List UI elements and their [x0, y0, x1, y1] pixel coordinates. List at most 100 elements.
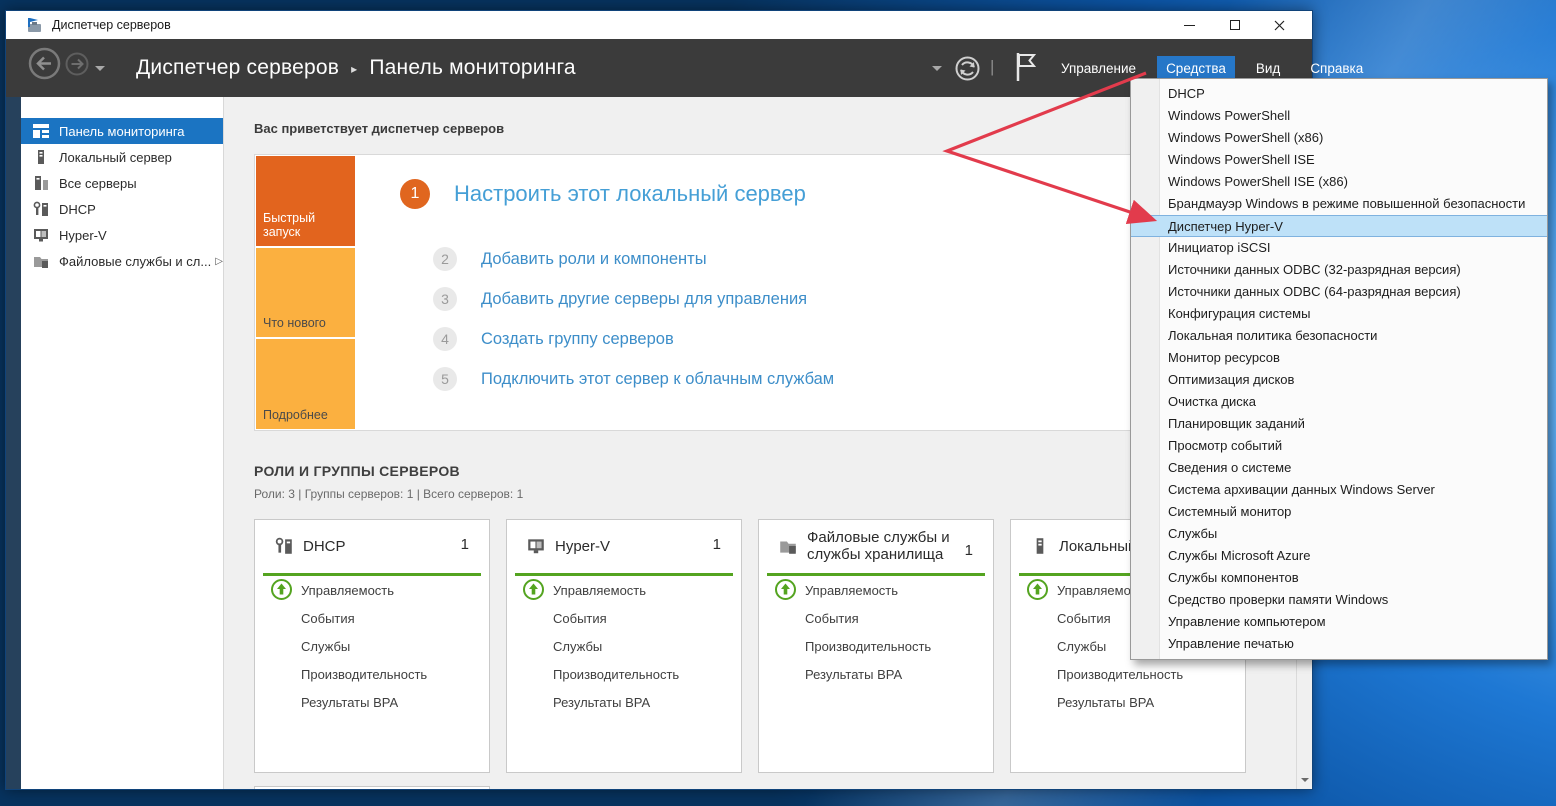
card-header[interactable]: Hyper-V 1 [507, 520, 741, 572]
card-title: Локальный [1059, 538, 1136, 555]
close-icon [1274, 20, 1285, 31]
all-servers-icon [31, 174, 51, 192]
sidebar-item-local-server[interactable]: Локальный сервер [21, 144, 223, 170]
manageability-up-icon[interactable] [1026, 578, 1049, 601]
step-create-group[interactable]: 4 Создать группу серверов [433, 327, 674, 351]
tools-item-powershell-x86[interactable]: Windows PowerShell (x86) [1131, 127, 1547, 149]
card-row-events[interactable]: События [301, 608, 355, 628]
tools-item-event-viewer[interactable]: Просмотр событий [1131, 435, 1547, 457]
step-connect-cloud[interactable]: 5 Подключить этот сервер к облачным служ… [433, 367, 834, 391]
role-card-hyperv: Hyper-V 1 Управляемость События Службы П… [506, 519, 742, 773]
card-row-performance[interactable]: Производительность [553, 664, 679, 684]
titlebar: Диспетчер серверов [6, 11, 1312, 39]
step-configure-local-server[interactable]: 1 Настроить этот локальный сервер [400, 179, 806, 209]
tools-item-services[interactable]: Службы [1131, 523, 1547, 545]
card-header[interactable]: Файловые службы и службы хранилища 1 [759, 520, 993, 572]
breadcrumb-current: Панель мониторинга [369, 56, 575, 80]
expander-icon[interactable]: ▷ [215, 256, 223, 267]
tools-item-powershell-ise-x86[interactable]: Windows PowerShell ISE (x86) [1131, 171, 1547, 193]
sidebar-item-label: DHCP [59, 202, 96, 217]
tools-item-backup[interactable]: Система архивации данных Windows Server [1131, 479, 1547, 501]
sidebar-item-dhcp[interactable]: DHCP [21, 196, 223, 222]
menu-tools[interactable]: Средства [1157, 56, 1235, 81]
tab-label: Быстрый запуск [263, 211, 355, 239]
tools-item-odbc32[interactable]: Источники данных ODBC (32-разрядная верс… [1131, 259, 1547, 281]
card-header[interactable]: DHCP 1 [255, 520, 489, 572]
tools-item-firewall[interactable]: Брандмауэр Windows в режиме повышенной б… [1131, 193, 1547, 215]
tab-quick-start[interactable]: Быстрый запуск [256, 156, 355, 246]
card-row-performance[interactable]: Производительность [1057, 664, 1183, 684]
tools-item-dhcp[interactable]: DHCP [1131, 83, 1547, 105]
tools-item-local-security-policy[interactable]: Локальная политика безопасности [1131, 325, 1547, 347]
card-row-manageability[interactable]: Управляемость [553, 580, 646, 600]
minimize-button[interactable] [1167, 11, 1212, 39]
card-row-services[interactable]: Службы [301, 636, 350, 656]
menu-manage[interactable]: Управление [1052, 56, 1145, 81]
close-button[interactable] [1257, 11, 1302, 39]
maximize-icon [1230, 20, 1240, 30]
back-button[interactable] [28, 47, 61, 80]
tab-whats-new[interactable]: Что нового [256, 248, 355, 338]
sidebar-item-dashboard[interactable]: Панель мониторинга [21, 118, 223, 144]
tools-item-component-services[interactable]: Службы компонентов [1131, 567, 1547, 589]
card-row-events[interactable]: События [805, 608, 859, 628]
tools-item-iscsi[interactable]: Инициатор iSCSI [1131, 237, 1547, 259]
role-card-partial[interactable] [254, 786, 490, 789]
tools-item-resource-monitor[interactable]: Монитор ресурсов [1131, 347, 1547, 369]
tools-item-defrag[interactable]: Оптимизация дисков [1131, 369, 1547, 391]
step-add-roles[interactable]: 2 Добавить роли и компоненты [433, 247, 707, 271]
card-row-bpa[interactable]: Результаты BPA [301, 692, 398, 712]
manageability-up-icon[interactable] [522, 578, 545, 601]
tools-item-azure-services[interactable]: Службы Microsoft Azure [1131, 545, 1547, 567]
chevron-down-icon [1301, 778, 1309, 782]
step-add-servers[interactable]: 3 Добавить другие серверы для управления [433, 287, 807, 311]
history-dropdown-icon[interactable] [95, 66, 105, 71]
tab-learn-more[interactable]: Подробнее [256, 339, 355, 429]
card-row-bpa[interactable]: Результаты BPA [1057, 692, 1154, 712]
tools-item-powershell-ise[interactable]: Windows PowerShell ISE [1131, 149, 1547, 171]
card-row-bpa[interactable]: Результаты BPA [553, 692, 650, 712]
card-row-performance[interactable]: Производительность [301, 664, 427, 684]
maximize-button[interactable] [1212, 11, 1257, 39]
tools-item-odbc64[interactable]: Источники данных ODBC (64-разрядная верс… [1131, 281, 1547, 303]
hyperv-icon [31, 226, 51, 244]
menu-help[interactable]: Справка [1301, 56, 1372, 81]
step-number: 1 [400, 179, 430, 209]
card-row-services[interactable]: Службы [553, 636, 602, 656]
menu-view[interactable]: Вид [1247, 56, 1289, 81]
tools-item-computer-management[interactable]: Управление компьютером [1131, 611, 1547, 633]
tools-item-task-scheduler[interactable]: Планировщик заданий [1131, 413, 1547, 435]
tools-item-powershell[interactable]: Windows PowerShell [1131, 105, 1547, 127]
breadcrumb-root[interactable]: Диспетчер серверов [136, 56, 339, 80]
breadcrumb: Диспетчер серверов ▸ Панель мониторинга [136, 39, 576, 97]
card-row-performance[interactable]: Производительность [805, 636, 931, 656]
manageability-up-icon[interactable] [774, 578, 797, 601]
card-row-manageability[interactable]: Управляемость [805, 580, 898, 600]
card-row-bpa[interactable]: Результаты BPA [805, 664, 902, 684]
refresh-button[interactable] [954, 55, 981, 82]
server-manager-app-icon [26, 17, 43, 34]
forward-button[interactable] [65, 52, 89, 76]
scroll-down-button[interactable] [1297, 772, 1312, 787]
card-row-services[interactable]: Службы [1057, 636, 1106, 656]
scope-dropdown-icon[interactable] [932, 66, 942, 71]
card-title: Файловые службы и службы хранилища [807, 529, 957, 563]
tools-item-memory-diagnostic[interactable]: Средство проверки памяти Windows [1131, 589, 1547, 611]
card-row-manageability[interactable]: Управляемость [301, 580, 394, 600]
tools-item-msconfig[interactable]: Конфигурация системы [1131, 303, 1547, 325]
sidebar-item-hyperv[interactable]: Hyper-V [21, 222, 223, 248]
step-number: 4 [433, 327, 457, 351]
sidebar-item-file-services[interactable]: Файловые службы и сл... ▷ [21, 248, 223, 274]
tools-item-hyperv-manager[interactable]: Диспетчер Hyper-V [1131, 215, 1547, 237]
card-row-events[interactable]: События [553, 608, 607, 628]
tools-item-disk-cleanup[interactable]: Очистка диска [1131, 391, 1547, 413]
tools-item-perf-monitor[interactable]: Системный монитор [1131, 501, 1547, 523]
notifications-flag-icon[interactable] [1012, 51, 1040, 83]
tools-item-print-management[interactable]: Управление печатью [1131, 633, 1547, 655]
manageability-up-icon[interactable] [270, 578, 293, 601]
sidebar-item-all-servers[interactable]: Все серверы [21, 170, 223, 196]
sidebar-item-label: Локальный сервер [59, 150, 172, 165]
tools-item-system-info[interactable]: Сведения о системе [1131, 457, 1547, 479]
roles-section-title: РОЛИ И ГРУППЫ СЕРВЕРОВ [254, 463, 460, 479]
card-row-events[interactable]: События [1057, 608, 1111, 628]
